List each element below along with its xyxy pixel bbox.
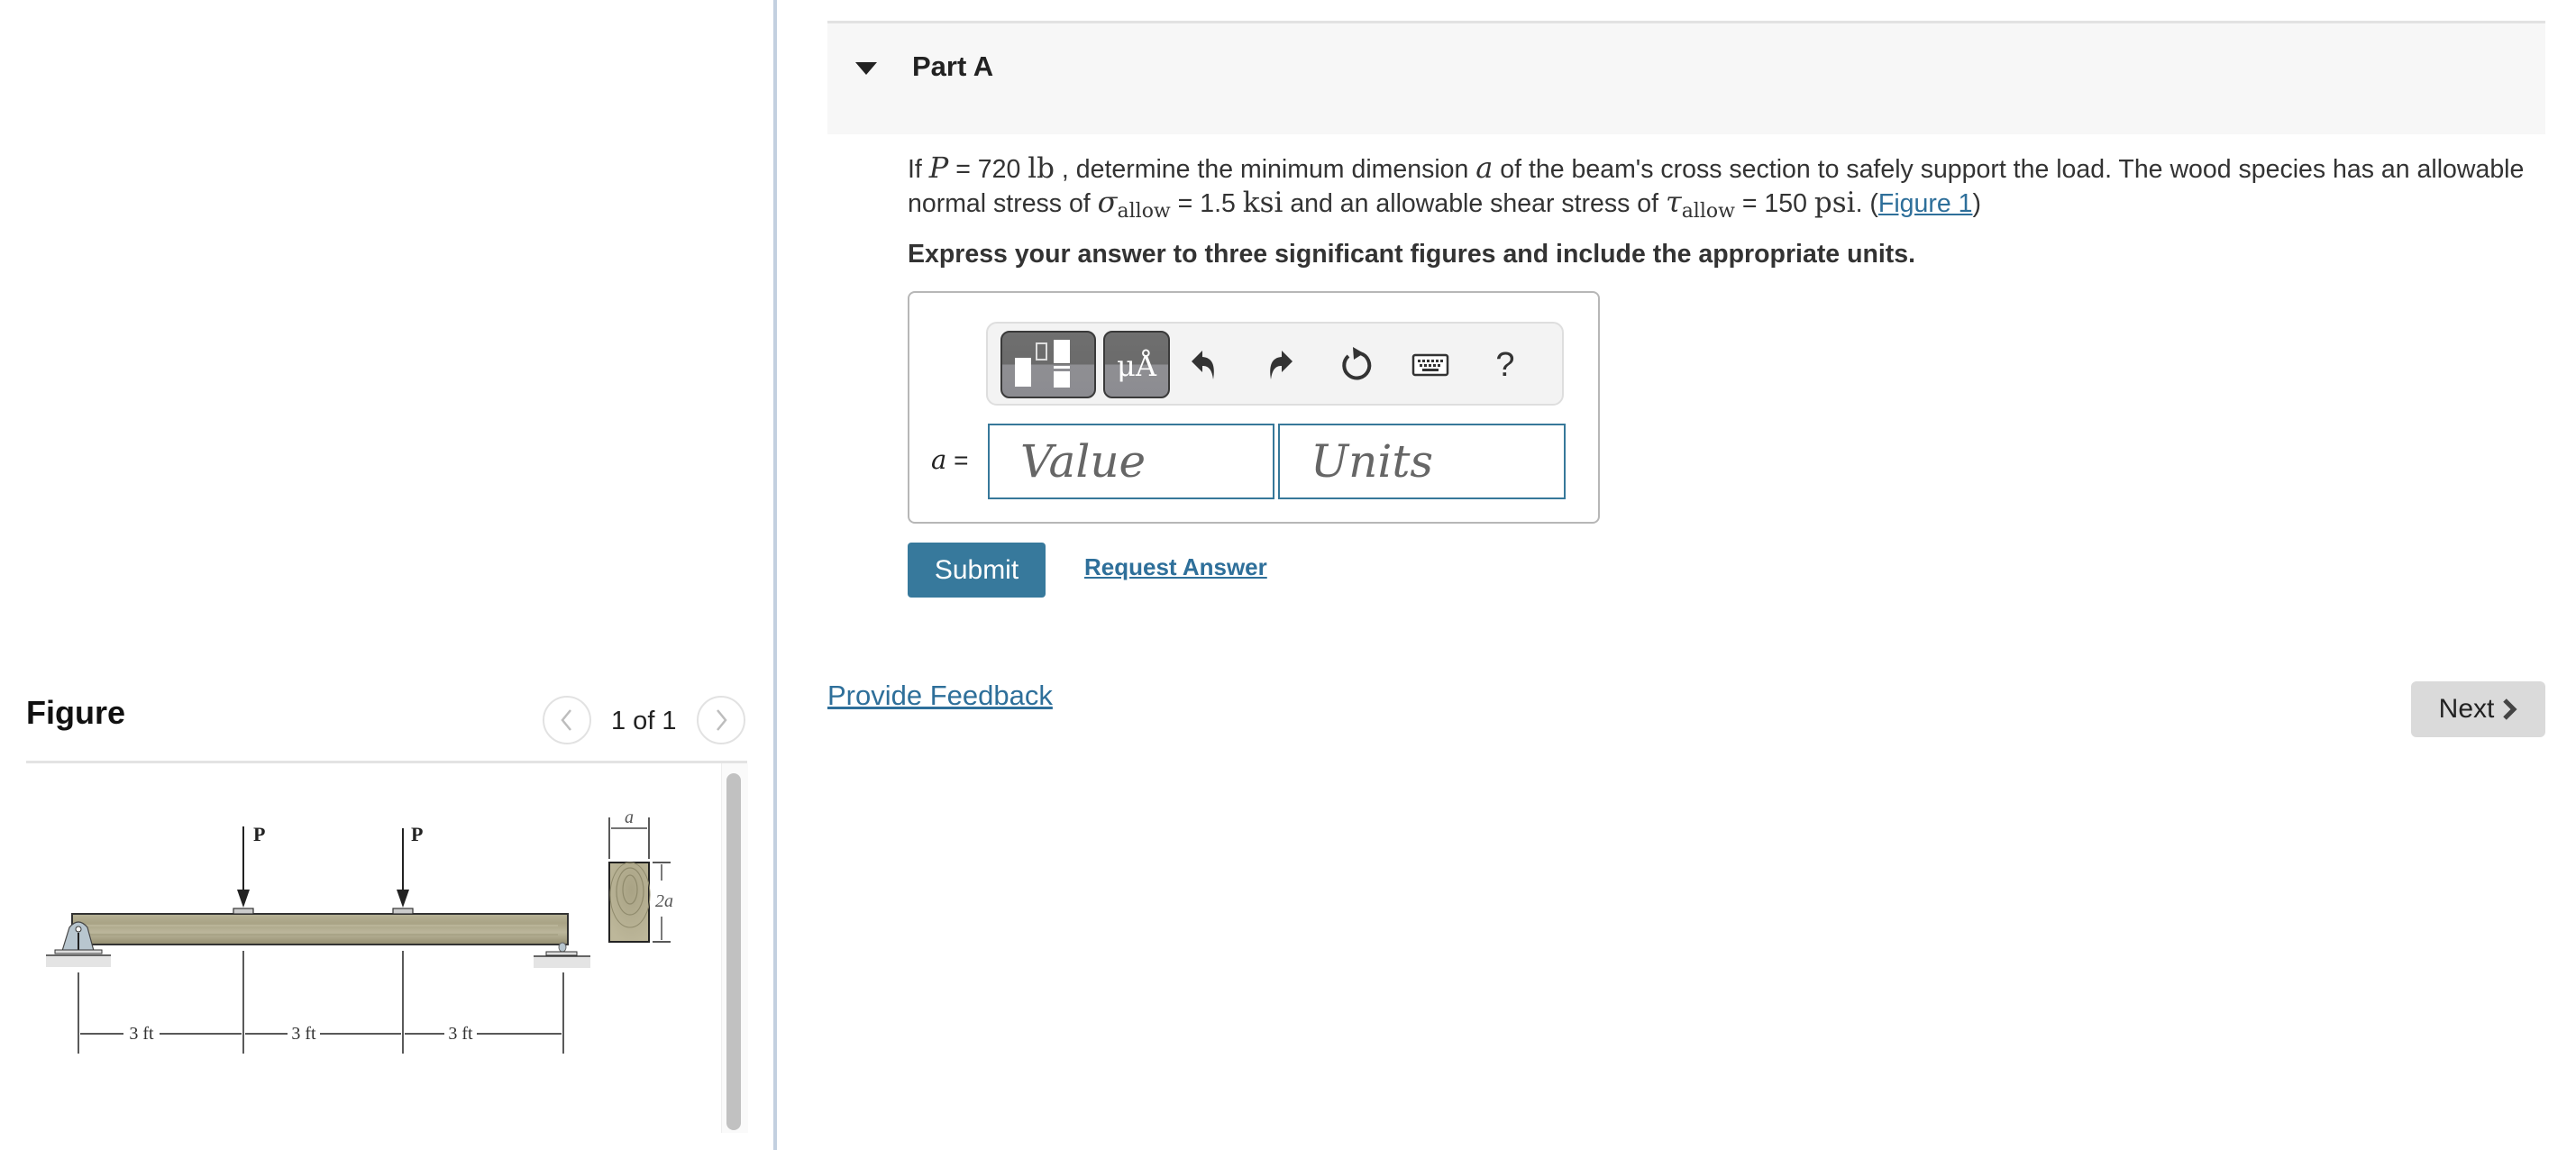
cross-section [608, 817, 671, 943]
dimension-label-1: 3 ft [129, 1024, 154, 1044]
part-toggle[interactable] [854, 61, 878, 80]
figure-prev-button[interactable] [543, 696, 591, 744]
redo-icon [1270, 351, 1293, 379]
figure-title: Figure [26, 694, 126, 731]
undo-icon [1192, 351, 1214, 379]
question-segment: = 150 [1734, 189, 1814, 218]
undo-button[interactable] [1183, 343, 1226, 387]
var-p: P [928, 151, 949, 185]
load-arrow-2 [397, 828, 409, 908]
unit-psi: psi [1813, 187, 1856, 219]
question-text: If P = 720 lb , determine the minimum di… [908, 151, 2548, 228]
caret-down-icon [855, 62, 877, 75]
provide-feedback-link[interactable]: Provide Feedback [827, 680, 1053, 712]
part-title: Part A [912, 50, 994, 82]
load-arrow-1 [237, 826, 250, 908]
bearing-plate [392, 908, 414, 915]
beam-diagram: P P 3 ft 3 ft 3 ft a 2a [46, 808, 673, 1054]
chevron-left-icon [561, 709, 571, 731]
submit-button[interactable]: Submit [908, 543, 1046, 598]
question-segment: = 1.5 [1170, 189, 1243, 218]
var-a: a [1475, 151, 1494, 185]
load-label-2: P [411, 823, 423, 845]
next-button[interactable]: Next [2411, 681, 2545, 737]
figure-next-button[interactable] [697, 696, 745, 744]
value-input[interactable] [988, 424, 1274, 499]
subscript-allow: allow [1681, 200, 1735, 223]
keyboard-button[interactable] [1409, 343, 1452, 387]
symbols-button[interactable]: μÅ [1103, 331, 1170, 398]
question-segment: and an allowable shear stress of [1283, 189, 1666, 218]
bearing-plate [233, 908, 254, 915]
keyboard-icon [1411, 353, 1449, 377]
templates-button[interactable] [1000, 331, 1096, 398]
unit-ksi: ksi [1242, 187, 1283, 219]
load-label-1: P [253, 823, 265, 845]
math-toolbar: μÅ ? [986, 322, 1564, 406]
question-segment: . ( [1855, 189, 1878, 218]
figure-viewport: P P 3 ft 3 ft 3 ft a 2a [26, 763, 747, 1133]
answer-label: a = [931, 444, 968, 475]
part-a-header[interactable] [827, 21, 2545, 134]
unit-lb: lb [1028, 152, 1055, 185]
question-segment: , determine the minimum dimension [1055, 155, 1476, 184]
symbols-label: μÅ [1117, 349, 1156, 383]
var-tau: τ [1665, 185, 1682, 219]
dimension-label-2: 3 ft [291, 1024, 316, 1044]
units-input[interactable] [1278, 424, 1566, 499]
redo-button[interactable] [1258, 343, 1302, 387]
templates-icon [1015, 340, 1070, 388]
figure-counter: 1 of 1 [611, 707, 677, 735]
panel-divider[interactable] [773, 0, 777, 1150]
subscript-allow: allow [1117, 200, 1171, 223]
next-label: Next [2438, 694, 2495, 724]
roller-support [534, 942, 590, 968]
figure-scrollbar-thumb[interactable] [726, 773, 741, 1130]
answer-equals: = [946, 446, 969, 474]
dimension-label-3: 3 ft [448, 1024, 473, 1044]
request-answer-link[interactable]: Request Answer [1084, 553, 1267, 581]
reset-icon [1342, 347, 1372, 380]
figure-link[interactable]: Figure 1 [1878, 189, 1973, 218]
var-sigma: σ [1097, 185, 1118, 219]
reset-button[interactable] [1335, 343, 1378, 387]
question-segment: If [908, 155, 929, 184]
beam [71, 913, 569, 945]
instruction-text: Express your answer to three significant… [908, 240, 1916, 269]
chevron-right-icon [2503, 698, 2517, 720]
section-width-label: a [625, 808, 634, 827]
question-segment: ) [1972, 189, 1981, 218]
section-height-label: 2a [655, 891, 673, 911]
help-button[interactable]: ? [1484, 343, 1527, 387]
chevron-right-icon [717, 709, 727, 731]
answer-variable: a [931, 444, 947, 475]
question-segment: = 720 [948, 155, 1028, 184]
